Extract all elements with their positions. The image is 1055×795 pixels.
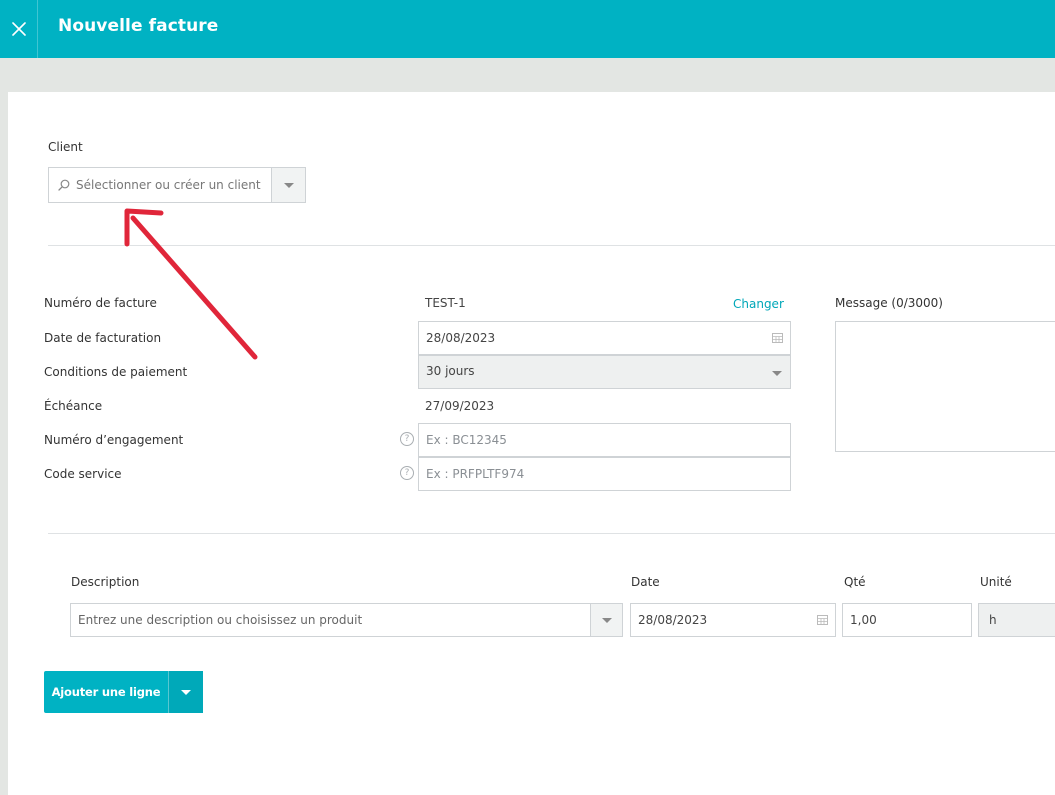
change-number-link[interactable]: Changer <box>733 297 784 311</box>
section-divider <box>48 245 1055 246</box>
close-button[interactable] <box>0 0 38 58</box>
engagement-number-label: Numéro d’engagement <box>44 433 184 447</box>
calendar-icon[interactable] <box>772 333 783 343</box>
chevron-down-icon <box>181 689 191 695</box>
line-description-select[interactable]: Entrez une description ou choisissez un … <box>70 603 623 637</box>
due-date-label: Échéance <box>44 399 103 413</box>
calendar-icon[interactable] <box>817 615 828 625</box>
client-select-placeholder: Sélectionner ou créer un client <box>76 178 261 192</box>
invoice-date-label: Date de facturation <box>44 331 162 345</box>
service-code-input[interactable]: Ex : PRFPLTF974 <box>418 457 791 491</box>
app-header: Nouvelle facture <box>0 0 1055 58</box>
add-line-dropdown-toggle[interactable] <box>168 671 203 713</box>
close-icon <box>11 22 26 36</box>
client-label: Client <box>48 140 83 154</box>
client-select[interactable]: Sélectionner ou créer un client <box>48 167 306 203</box>
search-icon <box>58 179 70 191</box>
line-unit-select[interactable]: h <box>978 603 1055 637</box>
engagement-number-input[interactable]: Ex : BC12345 <box>418 423 791 457</box>
line-date-value: 28/08/2023 <box>638 613 708 627</box>
chevron-down-icon <box>772 371 782 376</box>
invoice-number-value: TEST-1 <box>425 296 466 310</box>
payment-terms-value: 30 jours <box>426 364 475 378</box>
page-title: Nouvelle facture <box>58 16 219 36</box>
engagement-number-placeholder: Ex : BC12345 <box>426 433 507 447</box>
column-header-date: Date <box>631 575 660 589</box>
due-date-value: 27/09/2023 <box>425 399 495 413</box>
line-date-field[interactable]: 28/08/2023 <box>630 603 836 637</box>
invoice-number-label: Numéro de facture <box>44 296 157 310</box>
service-code-label: Code service <box>44 467 122 481</box>
payment-terms-label: Conditions de paiement <box>44 365 188 379</box>
help-icon[interactable]: ? <box>400 466 414 480</box>
column-header-description: Description <box>71 575 140 589</box>
chevron-down-icon <box>283 182 294 188</box>
help-icon[interactable]: ? <box>400 432 414 446</box>
line-qty-input[interactable]: 1,00 <box>842 603 972 637</box>
payment-terms-select[interactable]: 30 jours <box>418 355 791 389</box>
line-description-dropdown-toggle[interactable] <box>590 604 622 636</box>
message-label: Message (0/3000) <box>835 296 943 310</box>
column-header-unit: Unité <box>980 575 1012 589</box>
service-code-placeholder: Ex : PRFPLTF974 <box>426 467 525 481</box>
chevron-down-icon <box>601 617 612 623</box>
invoice-date-field[interactable]: 28/08/2023 <box>418 321 791 355</box>
line-description-placeholder: Entrez une description ou choisissez un … <box>78 613 363 627</box>
add-line-button[interactable]: Ajouter une ligne <box>44 671 203 713</box>
line-qty-value: 1,00 <box>850 613 877 627</box>
column-header-qty: Qté <box>844 575 866 589</box>
client-dropdown-toggle[interactable] <box>271 168 305 202</box>
add-line-label: Ajouter une ligne <box>51 685 161 699</box>
section-divider <box>48 533 1055 534</box>
message-textarea[interactable] <box>835 321 1055 452</box>
invoice-date-value: 28/08/2023 <box>426 331 496 345</box>
line-unit-value: h <box>989 613 997 627</box>
